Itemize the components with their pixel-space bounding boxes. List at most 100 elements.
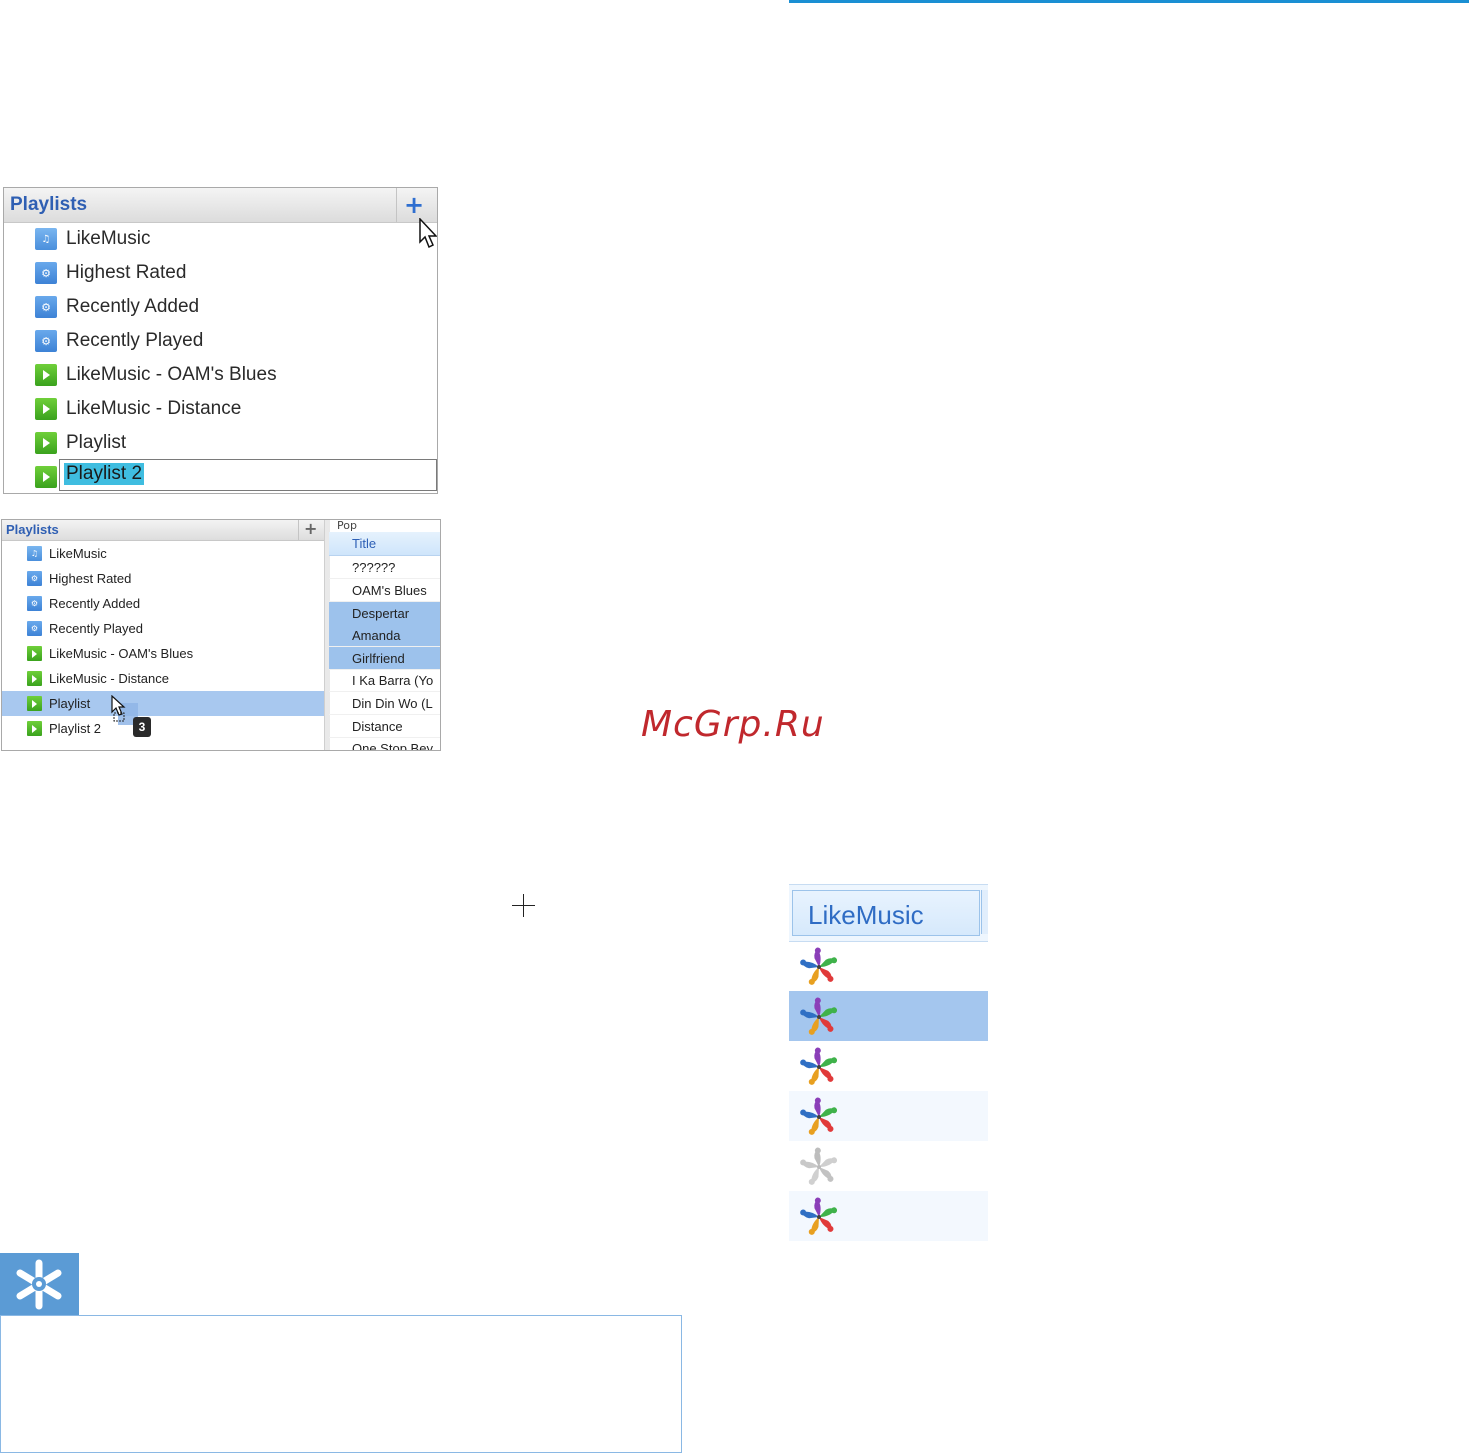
plus-icon[interactable]: + [304, 520, 317, 538]
playlists-header-title: Playlists [6, 522, 59, 537]
tip-badge [0, 1253, 79, 1316]
crosshair-icon-vertical [523, 894, 524, 917]
title-column-header[interactable]: Title [329, 532, 440, 556]
track-title: I Ka Barra (Yo [352, 673, 434, 688]
play-playlist-icon [27, 696, 42, 711]
likemusic-icon [800, 947, 838, 985]
playlist-item-distance[interactable]: LikeMusic - Distance [4, 392, 437, 426]
playlist-item-label: LikeMusic - Distance [66, 398, 242, 419]
track-title: One Stop Bey [352, 741, 433, 750]
playlist-item-playlist[interactable]: Playlist [2, 691, 324, 716]
track-title: Distance [352, 719, 403, 734]
playlist-item-label: Playlist [66, 432, 127, 453]
drag-count: 3 [138, 720, 146, 734]
track-row[interactable]: Din Din Wo (L [329, 692, 440, 715]
playlist-item-label: LikeMusic - Distance [49, 671, 169, 686]
play-playlist-icon [27, 646, 42, 661]
playlist-item-label: LikeMusic [49, 546, 107, 561]
playlists-header: Playlists + [4, 188, 437, 223]
track-row[interactable]: Amanda [329, 624, 440, 647]
likemusic-column-detail: LikeMusic [789, 884, 988, 1241]
track-title: ?????? [352, 560, 396, 575]
playlist-rename-value: Playlist 2 [64, 463, 145, 485]
playlist-item-playlist-2[interactable]: Playlist 2 [2, 716, 324, 741]
track-row[interactable]: OAM's Blues [329, 579, 440, 602]
asterisk-icon [16, 1259, 62, 1310]
plus-icon[interactable]: + [404, 190, 424, 220]
playlist-item-label: Recently Played [66, 330, 204, 351]
playlist-item-label: LikeMusic [66, 228, 151, 249]
track-row[interactable]: ?????? [329, 556, 440, 579]
playlist-item-oams-blues[interactable]: LikeMusic - OAM's Blues [4, 358, 437, 392]
playlist-item-label: LikeMusic - OAM's Blues [49, 646, 194, 661]
top-rule [789, 0, 1469, 3]
likemusic-playlist-icon [35, 228, 57, 250]
column-group-label: Pop [337, 520, 357, 532]
tip-box [0, 1315, 682, 1453]
playlist-item-label: LikeMusic - OAM's Blues [66, 364, 277, 385]
likemusic-row[interactable] [789, 991, 988, 1041]
playlist-item-likemusic[interactable]: LikeMusic [2, 541, 324, 566]
playlist-item-label: Highest Rated [49, 571, 132, 586]
playlist-item-recently-played[interactable]: Recently Played [2, 616, 324, 641]
playlist-item-recently-added[interactable]: Recently Added [2, 591, 324, 616]
playlist-item-highest-rated[interactable]: Highest Rated [2, 566, 324, 591]
likemusic-icon [800, 1047, 838, 1085]
likemusic-icon [800, 1197, 838, 1235]
play-playlist-icon [35, 432, 57, 454]
playlist-item-recently-added[interactable]: Recently Added [4, 290, 437, 324]
playlist-item-oams-blues[interactable]: LikeMusic - OAM's Blues [2, 641, 324, 666]
playlists-panel-rename: Playlists + LikeMusic Highest Rated Rece… [3, 187, 438, 494]
playlist-item-label: Recently Played [49, 621, 143, 636]
playlists-panel-drag: Playlists + LikeMusic Highest Rated Rece… [1, 519, 441, 751]
likemusic-icon [800, 1097, 838, 1135]
track-row[interactable]: I Ka Barra (Yo [329, 669, 440, 692]
track-title: Amanda [352, 628, 401, 643]
play-playlist-icon [35, 364, 57, 386]
smart-playlist-icon [27, 596, 42, 611]
track-title: Girlfriend [352, 651, 405, 666]
playlist-item-highest-rated[interactable]: Highest Rated [4, 256, 437, 290]
likemusic-row[interactable] [789, 1191, 988, 1241]
track-row[interactable]: Distance [329, 715, 440, 738]
likemusic-header-cell[interactable]: LikeMusic [792, 890, 980, 936]
playlist-item-label: Highest Rated [66, 262, 187, 283]
track-row[interactable]: Despertar [329, 602, 440, 625]
smart-playlist-icon [35, 262, 57, 284]
playlist-item-label: Playlist [49, 696, 91, 711]
smart-playlist-icon [27, 571, 42, 586]
playlist-item-recently-played[interactable]: Recently Played [4, 324, 437, 358]
next-column-edge [981, 890, 988, 934]
drag-count-badge: 3 [133, 717, 151, 737]
play-playlist-icon [35, 466, 57, 488]
playlist-item-label: Recently Added [66, 296, 200, 317]
play-playlist-icon [27, 721, 42, 736]
header-divider [396, 188, 397, 222]
likemusic-row[interactable] [789, 941, 988, 991]
playlist-item-playlist[interactable]: Playlist [4, 426, 437, 460]
likemusic-icon-disabled [800, 1147, 838, 1185]
likemusic-row[interactable] [789, 1091, 988, 1141]
header-divider [298, 520, 299, 540]
likemusic-playlist-icon [27, 546, 42, 561]
track-title: Din Din Wo (L [352, 696, 433, 711]
playlist-rename-input[interactable]: Playlist 2 [59, 459, 437, 491]
title-column-label: Title [352, 536, 377, 551]
smart-playlist-icon [35, 330, 57, 352]
likemusic-row[interactable] [789, 1041, 988, 1091]
track-list: Pop Title ?????? OAM's Blues Despertar A… [329, 520, 440, 750]
likemusic-header-label: LikeMusic [808, 900, 924, 930]
play-playlist-icon [35, 398, 57, 420]
track-row[interactable]: One Stop Bey [329, 737, 440, 750]
likemusic-row[interactable] [789, 1141, 988, 1191]
playlist-item-label: Recently Added [49, 596, 141, 611]
playlists-header-title: Playlists [10, 194, 88, 215]
playlist-item-distance[interactable]: LikeMusic - Distance [2, 666, 324, 691]
likemusic-column-header: LikeMusic [789, 884, 988, 942]
track-row[interactable]: Girlfriend [329, 647, 440, 670]
watermark: McGrp.Ru [641, 704, 825, 745]
playlist-item-label: Playlist 2 [49, 721, 102, 736]
smart-playlist-icon [35, 296, 57, 318]
playlist-item-likemusic[interactable]: LikeMusic [4, 222, 437, 256]
smart-playlist-icon [27, 621, 42, 636]
